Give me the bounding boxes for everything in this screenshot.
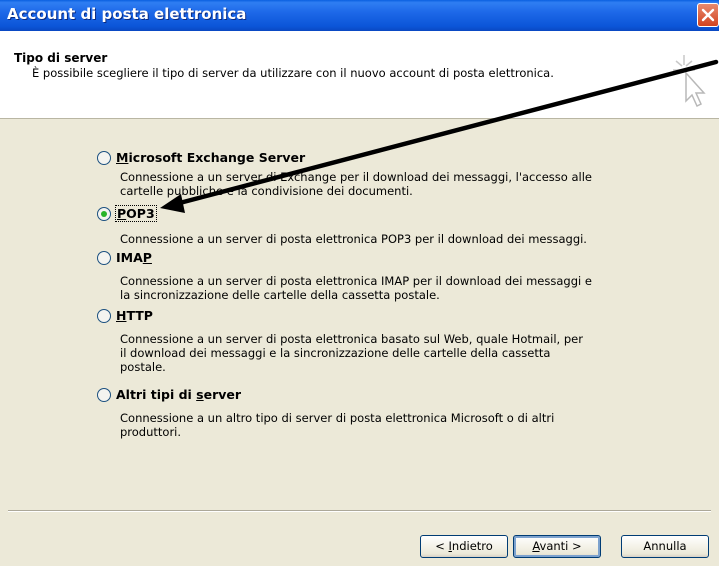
option-other-description: Connessione a un altro tipo di server di… xyxy=(120,411,555,439)
radio-pop3[interactable] xyxy=(97,207,111,221)
option-http-description: Connessione a un server di posta elettro… xyxy=(120,332,583,374)
radio-imap[interactable] xyxy=(97,251,111,265)
option-exchange-label[interactable]: Microsoft Exchange Server xyxy=(116,150,305,165)
wizard-cursor-icon xyxy=(673,55,706,108)
next-button[interactable]: Avanti > xyxy=(513,535,601,558)
option-imap-label[interactable]: IMAP xyxy=(116,250,152,265)
close-button[interactable] xyxy=(697,3,719,27)
option-exchange-description: Connessione a un server di Exchange per … xyxy=(120,170,592,198)
title-bar[interactable]: Account di posta elettronica xyxy=(0,0,719,31)
radio-exchange[interactable] xyxy=(97,151,111,165)
header-description: È possibile scegliere il tipo di server … xyxy=(32,66,554,80)
radio-other[interactable] xyxy=(97,388,111,402)
option-other-label[interactable]: Altri tipi di server xyxy=(116,387,241,402)
back-button[interactable]: < Indietro xyxy=(420,535,508,558)
option-http-label[interactable]: HTTP xyxy=(116,308,153,323)
option-pop3-label[interactable]: POP3 xyxy=(115,205,157,222)
footer-separator xyxy=(8,510,711,512)
window-title: Account di posta elettronica xyxy=(7,5,247,23)
account-dialog: Account di posta elettronica Tipo di ser… xyxy=(0,0,719,566)
close-icon xyxy=(701,8,715,22)
server-options: Microsoft Exchange Server Connessione a … xyxy=(0,120,719,492)
option-pop3-description: Connessione a un server di posta elettro… xyxy=(120,232,587,246)
wizard-header: Tipo di server È possibile scegliere il … xyxy=(0,31,719,119)
radio-http[interactable] xyxy=(97,309,111,323)
option-imap-description: Connessione a un server di posta elettro… xyxy=(120,274,592,302)
cancel-button[interactable]: Annulla xyxy=(621,535,709,558)
header-title: Tipo di server xyxy=(14,51,108,65)
